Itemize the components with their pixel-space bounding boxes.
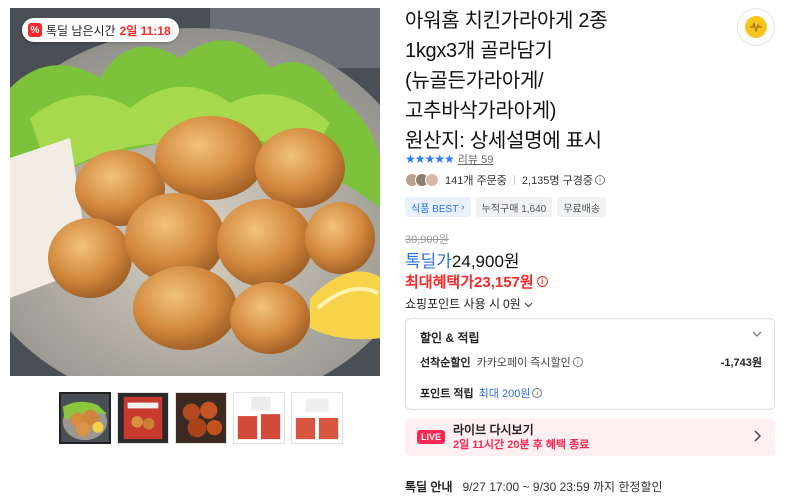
- live-title: 라이브 다시보기: [453, 422, 534, 437]
- thumbnail-spicy-chicken-image: [176, 393, 226, 443]
- chevron-up-icon[interactable]: [752, 328, 762, 340]
- deal-price-row: 톡딜가 24,900원: [405, 247, 520, 272]
- discount-benefit-box: 할인 & 적립 선착순할인 카카오페이 즉시할인 i -1,743원 포인트 적…: [405, 318, 775, 410]
- tag-cumulative-purchases: 누적구매 1,640: [475, 197, 553, 217]
- title-line: 1kgx3개 골라담기: [405, 40, 553, 62]
- deal-notice-period: 9/27 17:00 ~ 9/30 23:59 까지 한정할인: [462, 480, 663, 494]
- deal-price-label: 톡딜가: [405, 252, 452, 271]
- star-rating-icon: ★★★★★: [405, 152, 455, 166]
- thumbnail-5[interactable]: [291, 392, 343, 444]
- first-discount-label: 선착순할인: [420, 357, 471, 369]
- tag-food-best-label: 식품 BEST: [411, 203, 459, 215]
- original-price: 30,900원: [405, 234, 449, 246]
- benefit-title: 할인 & 적립: [420, 331, 480, 345]
- tag-food-best[interactable]: 식품 BEST ›: [405, 197, 471, 217]
- coin-icon: [745, 16, 767, 38]
- first-come-discount-row: 선착순할인 카카오페이 즉시할인 i -1,743원: [420, 354, 762, 370]
- max-benefit-value: 23,157원: [474, 274, 534, 291]
- first-discount-amount: -1,743원: [720, 357, 762, 369]
- deal-price-value: 24,900원: [451, 252, 520, 271]
- info-icon[interactable]: i: [536, 276, 548, 287]
- title-line: 아워홈 치킨가라아게 2종: [405, 10, 608, 32]
- max-benefit-label: 최대혜택가: [405, 274, 475, 291]
- thumbnail-packs-image-2: [292, 393, 342, 443]
- fried-chicken-photo: [10, 8, 380, 376]
- thumbnail-strip: [59, 392, 343, 444]
- shopping-point-label: 쇼핑포인트 사용 시: [405, 297, 500, 311]
- thumbnail-3[interactable]: [175, 392, 227, 444]
- deal-notice-label: 톡딜 안내: [405, 480, 453, 494]
- title-line: 고추바삭가라아게): [405, 100, 557, 122]
- thumbnail-chicken-image: [61, 394, 109, 442]
- thumbnail-2[interactable]: [117, 392, 169, 444]
- thumbnail-4[interactable]: [233, 392, 285, 444]
- live-replay-banner[interactable]: LIVE 라이브 다시보기 2일 11시간 20분 후 혜택 종료: [405, 418, 775, 456]
- orders-count: 141개 주문중: [445, 175, 507, 187]
- divider: [513, 175, 515, 185]
- live-badge: LIVE: [417, 430, 445, 444]
- rating-row: ★★★★★ 리뷰 59: [405, 151, 493, 167]
- chevron-right-icon: ›: [461, 201, 465, 213]
- live-text: 라이브 다시보기 2일 11시간 20분 후 혜택 종료: [453, 423, 589, 452]
- product-tags: 식품 BEST › 누적구매 1,640 무료배송: [405, 197, 607, 217]
- shopping-point-value: 0원: [503, 297, 521, 311]
- title-line: (뉴골든가라아게/: [405, 70, 544, 92]
- viewers-count: 2,135명 구경중: [521, 175, 593, 187]
- thumbnail-packs-image: [234, 393, 284, 443]
- percent-badge-icon: %: [28, 23, 42, 37]
- coin-reward-button[interactable]: [737, 8, 775, 46]
- timer-label: 톡딜 남은시간: [46, 23, 116, 38]
- live-subtitle: 2일 11시간 20분 후 혜택 종료: [453, 438, 590, 451]
- thumbnail-package-image: [118, 393, 168, 443]
- review-count-link[interactable]: 리뷰 59: [458, 151, 494, 167]
- deal-timer-badge: % 톡딜 남은시간 2일 11:18: [22, 18, 179, 42]
- chevron-down-icon: [524, 297, 533, 311]
- chevron-right-icon: [754, 429, 762, 445]
- point-earning-row: 포인트 적립 최대 200원 i: [420, 385, 543, 401]
- info-icon[interactable]: i: [594, 175, 605, 185]
- deal-notice: 톡딜 안내 9/27 17:00 ~ 9/30 23:59 까지 한정할인: [405, 478, 663, 495]
- social-proof-row: 141개 주문중 2,135명 구경중 i: [405, 172, 605, 188]
- product-main-image[interactable]: [10, 8, 380, 376]
- thumbnail-1[interactable]: [59, 392, 111, 444]
- timer-value: 2일 11:18: [119, 23, 171, 38]
- tag-free-shipping: 무료배송: [557, 197, 607, 217]
- shopping-point-toggle[interactable]: 쇼핑포인트 사용 시 0원: [405, 295, 533, 312]
- avatar: [425, 173, 439, 187]
- info-icon[interactable]: i: [572, 357, 583, 367]
- max-benefit-row: 최대혜택가 23,157원 i: [405, 271, 548, 292]
- product-title: 아워홈 치킨가라아게 2종 1kgx3개 골라담기 (뉴골든가라아게/ 고추바삭…: [405, 6, 725, 156]
- point-earning-value: 최대 200원: [478, 388, 531, 400]
- info-icon[interactable]: i: [532, 388, 543, 398]
- point-earning-label: 포인트 적립: [420, 388, 474, 400]
- first-discount-desc: 카카오페이 즉시할인: [476, 357, 571, 369]
- buyer-avatars: [405, 173, 439, 187]
